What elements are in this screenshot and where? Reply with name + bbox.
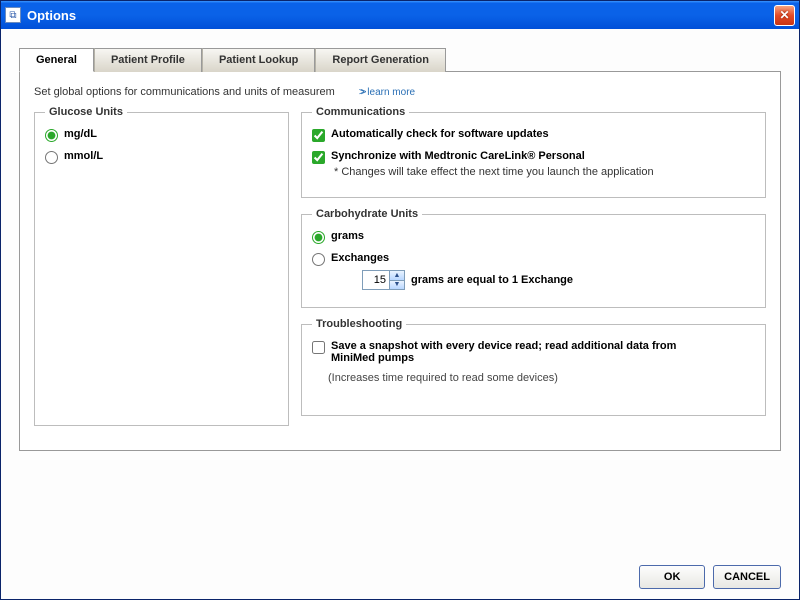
tab-general[interactable]: General bbox=[19, 48, 94, 72]
cancel-label: CANCEL bbox=[724, 571, 770, 583]
radio-mgdl[interactable] bbox=[45, 129, 58, 142]
close-icon: ✕ bbox=[779, 8, 789, 22]
sync-note: * Changes will take effect the next time… bbox=[334, 166, 755, 178]
label-auto-update[interactable]: Automatically check for software updates bbox=[331, 128, 549, 140]
troubleshooting-legend: Troubleshooting bbox=[312, 318, 406, 330]
checkbox-sync-carelink[interactable] bbox=[312, 151, 325, 164]
client-area: General Patient Profile Patient Lookup R… bbox=[1, 29, 799, 599]
app-icon: ⧉ bbox=[5, 7, 21, 23]
spinner-down-button[interactable]: ▼ bbox=[389, 281, 404, 290]
spinner-suffix-label: grams are equal to 1 Exchange bbox=[411, 274, 573, 286]
checkbox-snapshot[interactable] bbox=[312, 341, 325, 354]
titlebar: ⧉ Options ✕ bbox=[1, 1, 799, 29]
communications-group: Communications Automatically check for s… bbox=[301, 106, 766, 198]
label-sync-carelink[interactable]: Synchronize with Medtronic CareLink® Per… bbox=[331, 150, 585, 162]
learn-more-label: learn more bbox=[367, 87, 415, 98]
tab-patient-lookup[interactable]: Patient Lookup bbox=[202, 48, 315, 72]
label-grams[interactable]: grams bbox=[331, 230, 364, 242]
tab-report-generation[interactable]: Report Generation bbox=[315, 48, 446, 72]
window-title: Options bbox=[27, 8, 774, 23]
tab-panel-general: Set global options for communications an… bbox=[19, 71, 781, 451]
tab-label: Report Generation bbox=[332, 54, 429, 66]
radio-exchanges[interactable] bbox=[312, 253, 325, 266]
tab-label: General bbox=[36, 54, 77, 66]
checkbox-auto-update[interactable] bbox=[312, 129, 325, 142]
ok-button[interactable]: OK bbox=[639, 565, 705, 589]
glucose-legend: Glucose Units bbox=[45, 106, 127, 118]
radio-mmol[interactable] bbox=[45, 151, 58, 164]
cancel-button[interactable]: CANCEL bbox=[713, 565, 781, 589]
radio-grams[interactable] bbox=[312, 231, 325, 244]
chevron-right-icon: >> bbox=[359, 87, 363, 98]
snapshot-note: (Increases time required to read some de… bbox=[328, 372, 755, 384]
close-button[interactable]: ✕ bbox=[774, 5, 795, 26]
communications-legend: Communications bbox=[312, 106, 409, 118]
troubleshooting-group: Troubleshooting Save a snapshot with eve… bbox=[301, 318, 766, 416]
grams-per-exchange-spinner: ▲ ▼ bbox=[362, 270, 405, 290]
carb-units-group: Carbohydrate Units grams Exchanges bbox=[301, 208, 766, 308]
spinner-up-button[interactable]: ▲ bbox=[389, 271, 404, 281]
tab-label: Patient Lookup bbox=[219, 54, 298, 66]
chevron-up-icon: ▲ bbox=[394, 272, 401, 279]
glucose-units-group: Glucose Units mg/dL mmol/L bbox=[34, 106, 289, 426]
label-mmol[interactable]: mmol/L bbox=[64, 150, 103, 162]
label-exchanges[interactable]: Exchanges bbox=[331, 252, 389, 264]
tab-label: Patient Profile bbox=[111, 54, 185, 66]
label-mgdl[interactable]: mg/dL bbox=[64, 128, 97, 140]
label-snapshot[interactable]: Save a snapshot with every device read; … bbox=[331, 340, 711, 364]
tab-patient-profile[interactable]: Patient Profile bbox=[94, 48, 202, 72]
options-dialog: ⧉ Options ✕ General Patient Profile Pati… bbox=[0, 0, 800, 600]
dialog-footer: OK CANCEL bbox=[19, 553, 781, 589]
chevron-down-icon: ▼ bbox=[394, 281, 401, 288]
tab-strip: General Patient Profile Patient Lookup R… bbox=[19, 47, 781, 71]
grams-per-exchange-input[interactable] bbox=[363, 271, 389, 289]
ok-label: OK bbox=[664, 571, 681, 583]
learn-more-link[interactable]: >> learn more bbox=[359, 87, 415, 98]
carb-legend: Carbohydrate Units bbox=[312, 208, 422, 220]
panel-description: Set global options for communications an… bbox=[34, 86, 335, 98]
